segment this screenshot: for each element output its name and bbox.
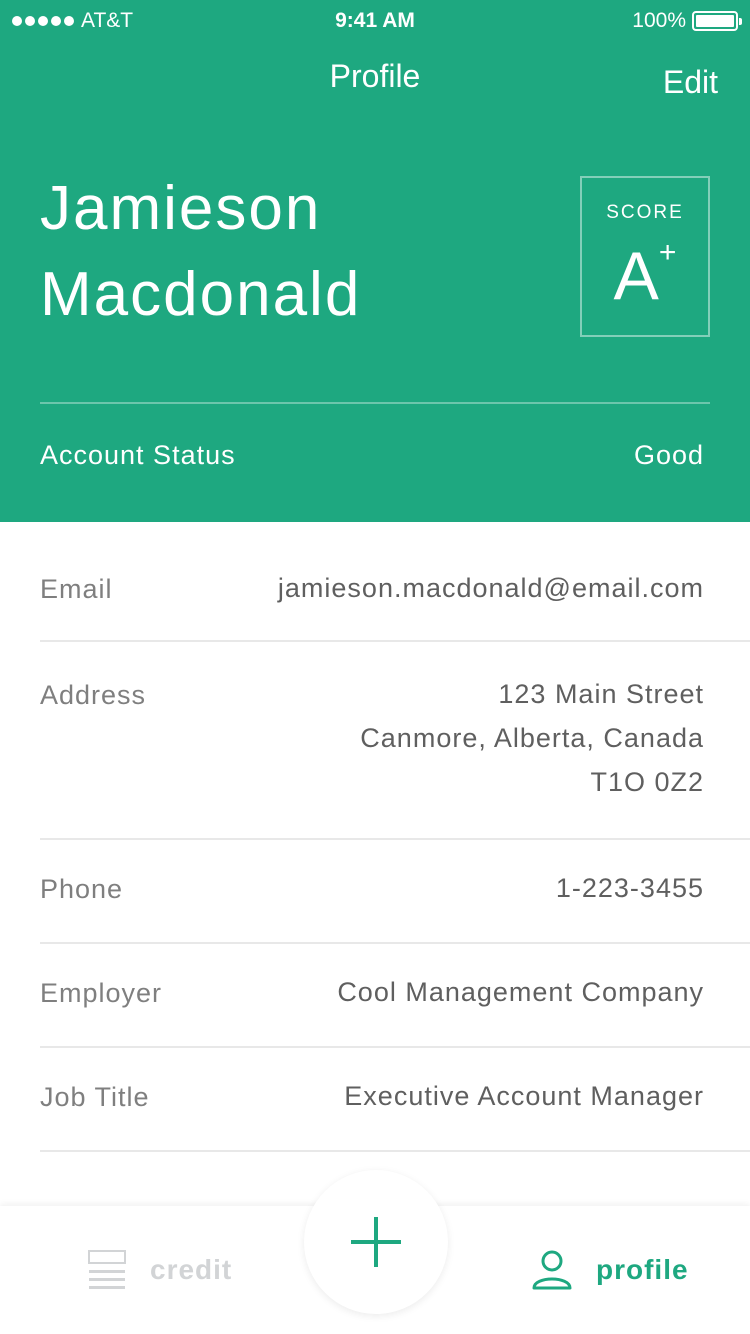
list-icon xyxy=(88,1250,126,1289)
battery-percentage: 100% xyxy=(632,9,686,32)
profile-header: AT&T 9:41 AM 100% Profile Edit Jamieson … xyxy=(0,0,750,522)
last-name: Macdonald xyxy=(40,260,362,329)
detail-row-email[interactable]: Email jamieson.macdonald@email.com xyxy=(40,522,750,642)
employer-label: Employer xyxy=(40,978,163,1008)
detail-row-phone[interactable]: Phone 1-223-3455 xyxy=(40,840,750,944)
job-title-label: Job Title xyxy=(40,1082,150,1112)
first-name: Jamieson xyxy=(40,174,322,243)
email-label: Email xyxy=(40,574,113,604)
phone-label: Phone xyxy=(40,874,124,904)
score-card: SCORE A+ xyxy=(580,176,710,337)
person-icon xyxy=(532,1250,572,1290)
edit-button[interactable]: Edit xyxy=(663,64,718,101)
battery: 100% xyxy=(632,9,742,33)
account-status-value: Good xyxy=(633,440,704,470)
address-line-1: 123 Main Street xyxy=(498,679,704,709)
plus-icon xyxy=(351,1217,401,1267)
address-line-2: Canmore, Alberta, Canada xyxy=(360,723,704,753)
add-button[interactable] xyxy=(304,1170,448,1314)
account-status-label: Account Status xyxy=(40,440,236,470)
tab-credit[interactable]: credit xyxy=(88,1206,232,1334)
header-divider xyxy=(40,402,710,404)
page-title: Profile xyxy=(329,58,421,94)
tab-credit-label: credit xyxy=(150,1254,233,1285)
address-line-3: T1O 0Z2 xyxy=(590,767,704,797)
address-value: 123 Main Street Canmore, Alberta, Canada… xyxy=(360,672,704,804)
job-title-value: Executive Account Manager xyxy=(344,1081,704,1111)
address-label: Address xyxy=(40,680,147,710)
tab-profile-label: profile xyxy=(596,1254,689,1285)
profile-details-list: Email jamieson.macdonald@email.com Addre… xyxy=(0,522,750,1152)
score-label: SCORE xyxy=(606,202,684,223)
score-grade: A+ xyxy=(582,238,708,311)
employer-value: Cool Management Company xyxy=(337,977,704,1007)
score-grade-letter: A xyxy=(613,238,659,314)
phone-value: 1-223-3455 xyxy=(555,873,704,903)
battery-icon xyxy=(692,11,742,31)
detail-row-address[interactable]: Address 123 Main Street Canmore, Alberta… xyxy=(40,642,750,840)
score-grade-modifier: + xyxy=(658,236,677,269)
tab-profile[interactable]: profile xyxy=(532,1206,689,1334)
email-value: jamieson.macdonald@email.com xyxy=(277,573,704,603)
detail-row-job-title[interactable]: Job Title Executive Account Manager xyxy=(40,1048,750,1152)
status-bar: AT&T 9:41 AM 100% xyxy=(0,0,750,40)
detail-row-employer[interactable]: Employer Cool Management Company xyxy=(40,944,750,1048)
